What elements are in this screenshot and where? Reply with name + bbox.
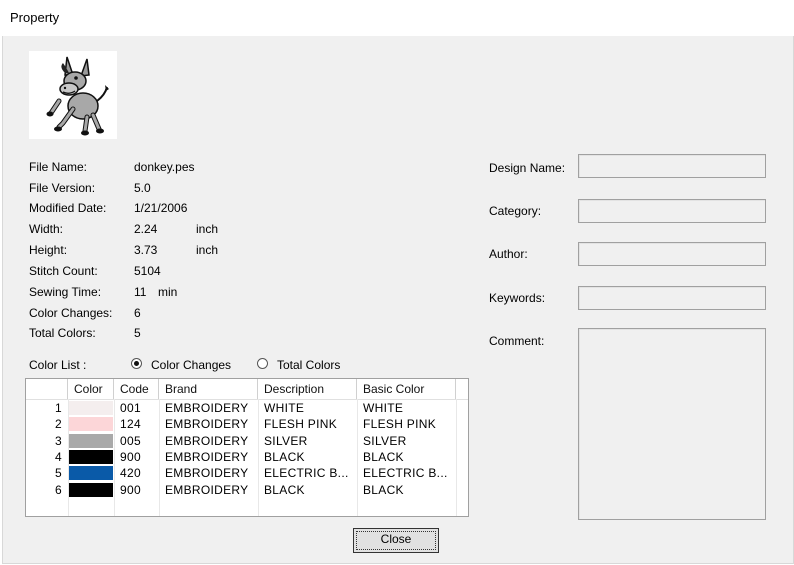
focus-rect <box>356 531 436 550</box>
row-description: WHITE <box>264 401 305 415</box>
row-code: 900 <box>120 449 141 464</box>
row-code: 005 <box>120 433 141 448</box>
row-basic-color: SILVER <box>363 433 407 448</box>
table-row[interactable]: 6 900 EMBROIDERY BLACK BLACK <box>26 482 468 498</box>
column-header-brand[interactable]: Brand <box>159 379 258 399</box>
title-bar: Property <box>0 0 794 36</box>
row-basic-color: FLESH PINK <box>363 417 437 432</box>
design-name-label: Design Name: <box>489 161 566 175</box>
color-swatch <box>69 401 113 415</box>
design-thumbnail <box>29 51 117 139</box>
table-row[interactable]: 1 001 EMBROIDERY WHITE WHITE <box>26 400 468 416</box>
color-list-label: Color List : <box>29 358 87 372</box>
row-description: ELECTRIC B... <box>264 466 349 481</box>
color-swatch <box>69 433 113 448</box>
row-brand: EMBROIDERY <box>165 466 249 481</box>
info-value-height: 3.73 <box>134 243 158 257</box>
info-value-width: 2.24 <box>134 222 158 236</box>
info-label-color-changes: Color Changes: <box>29 306 113 320</box>
row-basic-color: WHITE <box>363 401 404 415</box>
color-list-table[interactable]: Color Code Brand Description Basic Color… <box>25 378 469 517</box>
total-colors-radio-label[interactable]: Total Colors <box>277 358 340 372</box>
info-label-height: Height: <box>29 243 68 257</box>
column-header-code[interactable]: Code <box>114 379 159 399</box>
category-label: Category: <box>489 204 542 218</box>
row-brand: EMBROIDERY <box>165 417 249 432</box>
total-colors-radio[interactable] <box>257 358 268 369</box>
row-description: FLESH PINK <box>264 417 338 432</box>
row-code: 900 <box>120 482 141 497</box>
table-header: Color Code Brand Description Basic Color <box>26 379 468 400</box>
info-label-modified-date: Modified Date: <box>29 201 107 215</box>
author-label: Author: <box>489 247 528 261</box>
comment-field[interactable] <box>578 328 766 520</box>
info-unit-height: inch <box>196 243 219 257</box>
color-swatch <box>69 449 113 464</box>
row-index: 3 <box>55 433 62 448</box>
row-description: SILVER <box>264 433 308 448</box>
keywords-field[interactable] <box>578 286 766 310</box>
info-value-file-name: donkey.pes <box>134 160 195 174</box>
author-field[interactable] <box>578 242 766 266</box>
info-value-stitch-count: 5104 <box>134 264 161 278</box>
row-index: 6 <box>55 482 62 497</box>
row-brand: EMBROIDERY <box>165 401 249 415</box>
info-unit-sewing-time: min <box>158 285 178 299</box>
info-label-file-name: File Name: <box>29 160 88 174</box>
row-index: 2 <box>55 417 62 432</box>
info-value-total-colors: 5 <box>134 326 141 340</box>
row-code: 420 <box>120 466 141 481</box>
info-label-width: Width: <box>29 222 64 236</box>
design-name-field[interactable] <box>578 154 766 178</box>
color-changes-radio[interactable] <box>131 358 142 369</box>
info-label-file-version: File Version: <box>29 181 96 195</box>
row-basic-color: BLACK <box>363 449 404 464</box>
comment-label: Comment: <box>489 334 545 348</box>
row-index: 1 <box>55 401 62 415</box>
keywords-label: Keywords: <box>489 291 546 305</box>
row-code: 001 <box>120 401 141 415</box>
info-label-stitch-count: Stitch Count: <box>29 264 98 278</box>
table-row[interactable]: 3 005 EMBROIDERY SILVER SILVER <box>26 433 468 449</box>
info-unit-width: inch <box>196 222 219 236</box>
color-swatch <box>69 482 113 497</box>
row-description: BLACK <box>264 482 305 497</box>
row-brand: EMBROIDERY <box>165 433 249 448</box>
close-button[interactable]: Close <box>353 528 439 553</box>
column-header-index[interactable] <box>26 379 68 399</box>
info-value-sewing-time: 11 <box>134 285 147 299</box>
color-swatch <box>69 417 113 432</box>
window-title: Property <box>10 10 60 25</box>
info-value-file-version: 5.0 <box>134 181 151 195</box>
category-field[interactable] <box>578 199 766 223</box>
row-basic-color: ELECTRIC B... <box>363 466 448 481</box>
column-header-description[interactable]: Description <box>258 379 357 399</box>
radio-selected-dot <box>134 361 139 366</box>
row-code: 124 <box>120 417 141 432</box>
info-value-color-changes: 6 <box>134 306 141 320</box>
table-row[interactable]: 4 900 EMBROIDERY BLACK BLACK <box>26 449 468 465</box>
column-header-color[interactable]: Color <box>68 379 114 399</box>
column-header-basic-color[interactable]: Basic Color <box>357 379 456 399</box>
row-basic-color: BLACK <box>363 482 404 497</box>
info-value-modified-date: 1/21/2006 <box>134 201 188 215</box>
color-swatch <box>69 466 113 481</box>
row-index: 4 <box>55 449 62 464</box>
table-row[interactable]: 2 124 EMBROIDERY FLESH PINK FLESH PINK <box>26 416 468 432</box>
row-index: 5 <box>55 466 62 481</box>
row-description: BLACK <box>264 449 305 464</box>
color-changes-radio-label[interactable]: Color Changes <box>151 358 231 372</box>
info-label-sewing-time: Sewing Time: <box>29 285 102 299</box>
info-label-total-colors: Total Colors: <box>29 326 96 340</box>
donkey-icon <box>46 56 109 136</box>
table-row[interactable]: 5 420 EMBROIDERY ELECTRIC B... ELECTRIC B... <box>26 465 468 481</box>
row-brand: EMBROIDERY <box>165 449 249 464</box>
row-brand: EMBROIDERY <box>165 482 249 497</box>
